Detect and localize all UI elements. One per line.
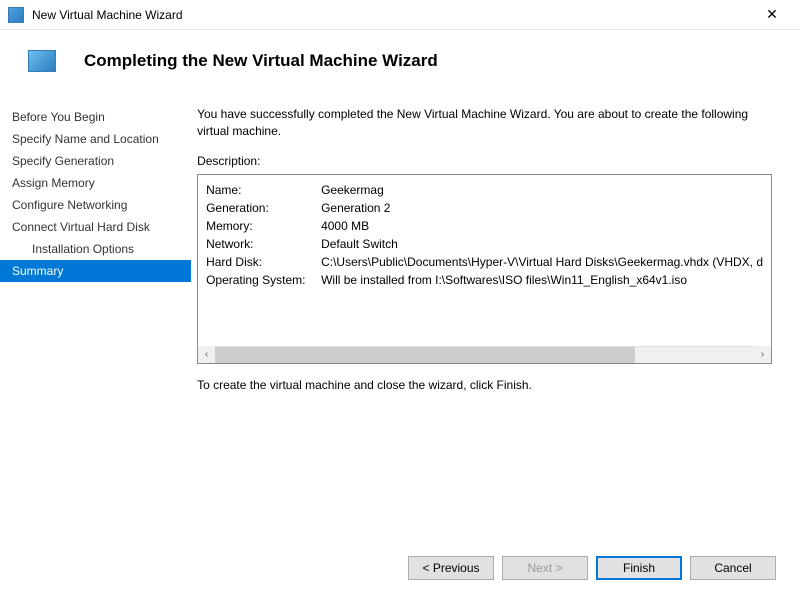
summary-value: C:\Users\Public\Documents\Hyper-V\Virtua… (321, 253, 763, 271)
summary-row-harddisk: Hard Disk: C:\Users\Public\Documents\Hyp… (206, 253, 763, 271)
wizard-body: Before You Begin Specify Name and Locati… (0, 100, 800, 540)
sidebar-item-summary[interactable]: Summary (0, 260, 191, 282)
titlebar: New Virtual Machine Wizard ✕ (0, 0, 800, 30)
summary-row-memory: Memory: 4000 MB (206, 217, 763, 235)
sidebar-item-before-you-begin[interactable]: Before You Begin (0, 106, 191, 128)
description-content: Name: Geekermag Generation: Generation 2… (198, 175, 771, 346)
sidebar-item-connect-vhd[interactable]: Connect Virtual Hard Disk (0, 216, 191, 238)
wizard-header: Completing the New Virtual Machine Wizar… (0, 30, 800, 100)
sidebar-item-installation-options[interactable]: Installation Options (0, 238, 191, 260)
sidebar-item-specify-generation[interactable]: Specify Generation (0, 150, 191, 172)
description-label: Description: (197, 154, 772, 168)
scroll-left-icon[interactable]: ‹ (198, 346, 215, 363)
summary-key: Hard Disk: (206, 253, 321, 271)
summary-key: Operating System: (206, 271, 321, 289)
next-button: Next > (502, 556, 588, 580)
scroll-thumb[interactable] (215, 347, 635, 363)
window-title: New Virtual Machine Wizard (32, 8, 752, 22)
finish-instruction: To create the virtual machine and close … (197, 378, 772, 392)
summary-value: Geekermag (321, 181, 763, 199)
wizard-icon (28, 50, 56, 72)
close-icon[interactable]: ✕ (752, 1, 792, 29)
content-pane: You have successfully completed the New … (191, 100, 800, 540)
previous-button[interactable]: < Previous (408, 556, 494, 580)
summary-value: Will be installed from I:\Softwares\ISO … (321, 271, 763, 289)
summary-row-generation: Generation: Generation 2 (206, 199, 763, 217)
summary-value: Default Switch (321, 235, 763, 253)
button-row: < Previous Next > Finish Cancel (0, 540, 800, 600)
horizontal-scrollbar[interactable]: ‹ › (198, 346, 771, 363)
app-icon (8, 7, 24, 23)
page-title: Completing the New Virtual Machine Wizar… (84, 51, 438, 71)
sidebar-item-configure-networking[interactable]: Configure Networking (0, 194, 191, 216)
scroll-right-icon[interactable]: › (754, 346, 771, 363)
finish-button[interactable]: Finish (596, 556, 682, 580)
summary-key: Generation: (206, 199, 321, 217)
summary-value: 4000 MB (321, 217, 763, 235)
summary-row-name: Name: Geekermag (206, 181, 763, 199)
summary-key: Name: (206, 181, 321, 199)
description-box: Name: Geekermag Generation: Generation 2… (197, 174, 772, 364)
summary-key: Network: (206, 235, 321, 253)
cancel-button[interactable]: Cancel (690, 556, 776, 580)
summary-key: Memory: (206, 217, 321, 235)
scroll-track[interactable] (215, 347, 754, 363)
sidebar-item-specify-name[interactable]: Specify Name and Location (0, 128, 191, 150)
summary-row-network: Network: Default Switch (206, 235, 763, 253)
summary-row-os: Operating System: Will be installed from… (206, 271, 763, 289)
summary-value: Generation 2 (321, 199, 763, 217)
sidebar: Before You Begin Specify Name and Locati… (0, 100, 191, 540)
sidebar-item-assign-memory[interactable]: Assign Memory (0, 172, 191, 194)
intro-text: You have successfully completed the New … (197, 106, 772, 140)
